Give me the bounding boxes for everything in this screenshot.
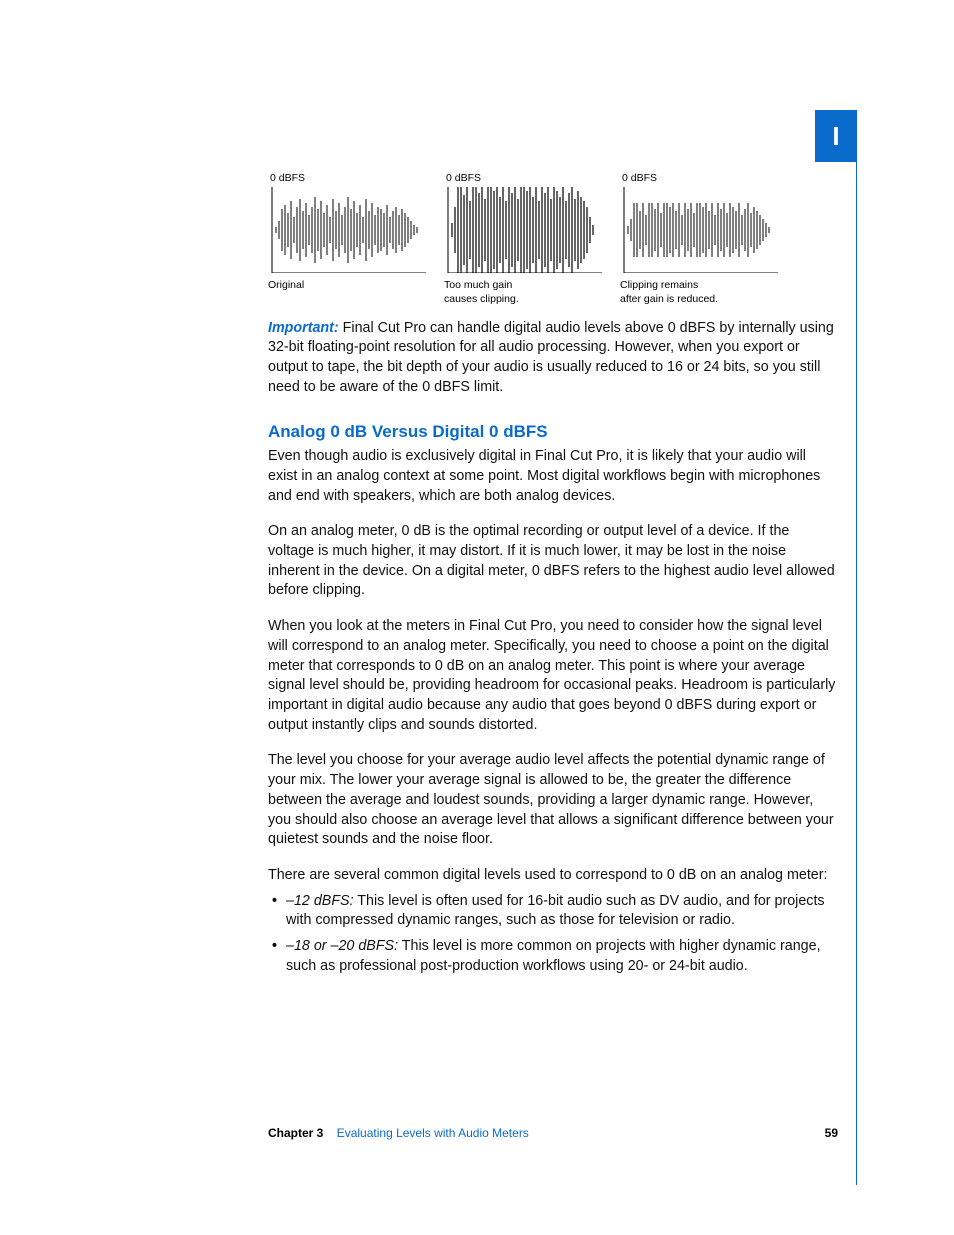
important-text: Final Cut Pro can handle digital audio l… — [268, 320, 834, 395]
section-tab: I — [815, 110, 857, 162]
section-heading: Analog 0 dB Versus Digital 0 dBFS — [268, 420, 838, 443]
list-item: –18 or –20 dBFS: This level is more comm… — [268, 937, 838, 976]
footer-chapter: Chapter 3 Evaluating Levels with Audio M… — [268, 1126, 529, 1140]
body-paragraph: The level you choose for your average au… — [268, 751, 838, 850]
waveform-graphic — [620, 187, 778, 273]
waveform-caption: Clipping remainsafter gain is reduced. — [620, 279, 778, 306]
side-rule — [856, 162, 857, 1185]
body-paragraph: When you look at the meters in Final Cut… — [268, 617, 838, 735]
page-footer: Chapter 3 Evaluating Levels with Audio M… — [268, 1126, 838, 1140]
waveform-label-top: 0 dBFS — [622, 171, 778, 185]
bullet-list: –12 dBFS: This level is often used for 1… — [268, 892, 838, 977]
waveform-clipped: 0 dBFS Too much gaincauses clipping. — [444, 171, 602, 307]
waveform-original: 0 dBFS Original — [268, 171, 426, 307]
waveform-label-top: 0 dBFS — [270, 171, 426, 185]
waveform-label-top: 0 dBFS — [446, 171, 602, 185]
waveform-reduced-gain: 0 dBFS Clipping remainsafter gain is red… — [620, 171, 778, 307]
main-content: 0 dBFS Original 0 dBFS — [268, 165, 838, 983]
waveform-graphic — [444, 187, 602, 273]
page-number: 59 — [825, 1126, 838, 1140]
body-paragraph: There are several common digital levels … — [268, 866, 838, 886]
chapter-label: Chapter 3 — [268, 1126, 323, 1140]
body-paragraph: Even though audio is exclusively digital… — [268, 447, 838, 506]
waveform-graphic — [268, 187, 426, 273]
chapter-title: Evaluating Levels with Audio Meters — [337, 1126, 529, 1140]
important-lead: Important: — [268, 320, 339, 336]
bullet-key: –12 dBFS: — [286, 893, 354, 909]
waveform-caption: Original — [268, 279, 426, 293]
body-paragraph: On an analog meter, 0 dB is the optimal … — [268, 522, 838, 601]
waveform-caption: Too much gaincauses clipping. — [444, 279, 602, 306]
list-item: –12 dBFS: This level is often used for 1… — [268, 892, 838, 931]
bullet-key: –18 or –20 dBFS: — [286, 938, 398, 954]
important-note: Important: Final Cut Pro can handle digi… — [268, 319, 838, 398]
waveform-row: 0 dBFS Original 0 dBFS — [268, 171, 838, 307]
bullet-text: This level is often used for 16-bit audi… — [286, 893, 825, 929]
